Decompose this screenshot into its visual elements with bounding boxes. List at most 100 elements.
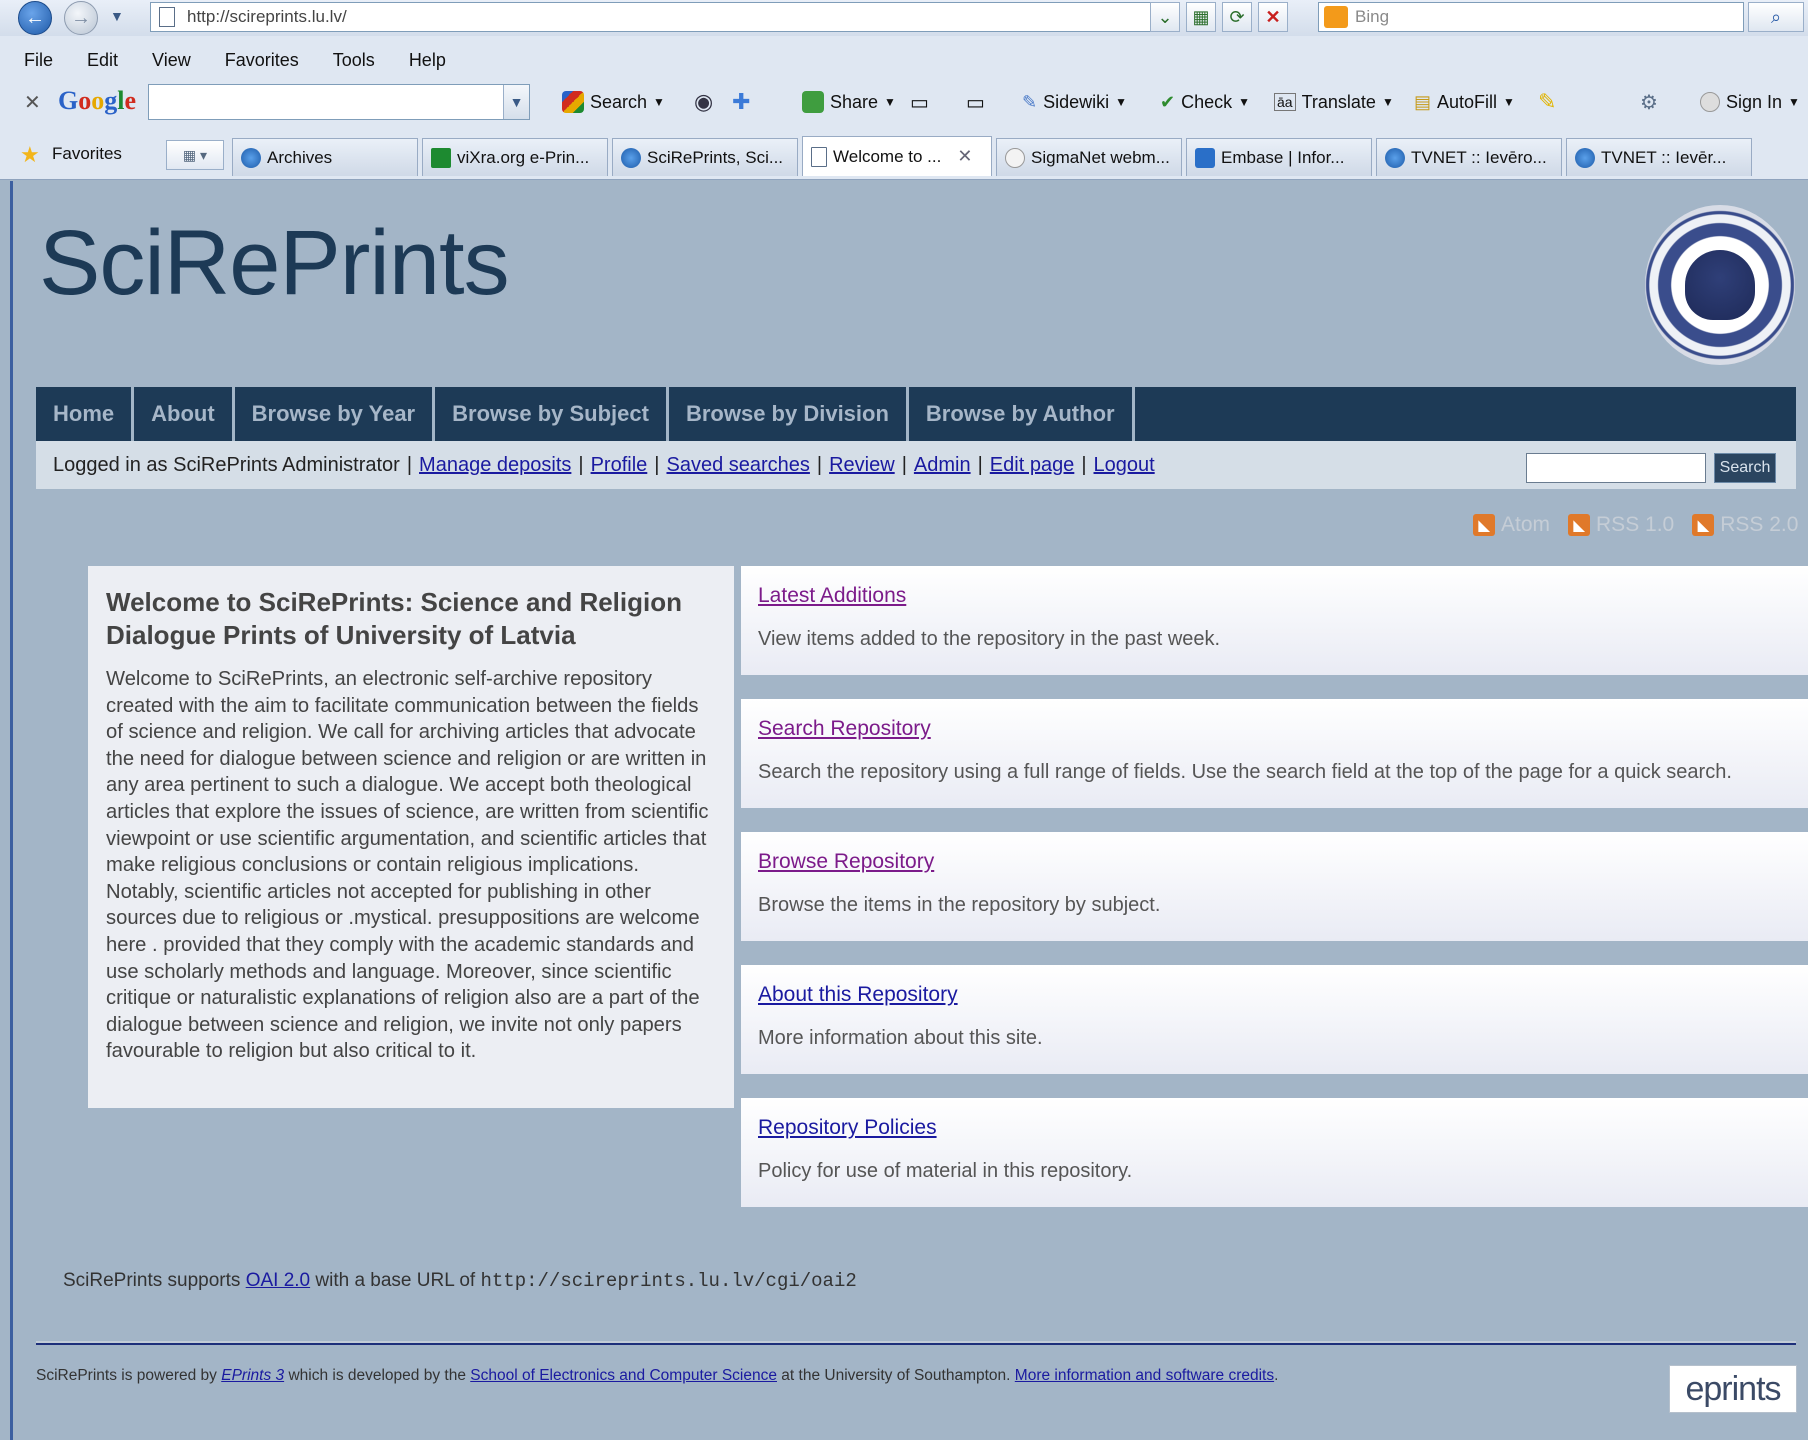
forward-arrow-icon[interactable]: → (64, 1, 98, 35)
ie-icon (1575, 147, 1595, 168)
google-search-button[interactable]: Search ▼ (562, 88, 665, 116)
address-bar[interactable]: http://scireprints.lu.lv/ (150, 2, 1178, 32)
nav-home[interactable]: Home (36, 387, 135, 441)
link-review[interactable]: Review (829, 454, 895, 477)
tree-icon (1685, 250, 1755, 320)
link-search-repository[interactable]: Search Repository (758, 717, 1794, 741)
chevron-down-icon: ▼ (1503, 95, 1515, 109)
tab-tvnet-2[interactable]: TVNET :: Ievēr... (1566, 138, 1752, 176)
separator: | (901, 453, 907, 476)
globe-icon[interactable]: ◉ (694, 88, 713, 116)
menu-favorites[interactable]: Favorites (225, 50, 299, 71)
bing-placeholder: Bing (1355, 7, 1390, 26)
link-profile[interactable]: Profile (591, 454, 648, 477)
tab-archives[interactable]: Archives (232, 138, 418, 176)
stop-icon[interactable]: ✕ (1258, 2, 1288, 32)
share-icon (802, 91, 824, 113)
eprints-logo[interactable]: eprints (1669, 1365, 1797, 1413)
menu-help[interactable]: Help (409, 50, 446, 71)
main-nav: Home About Browse by Year Browse by Subj… (36, 387, 1796, 441)
translate-button[interactable]: āa Translate ▼ (1274, 88, 1394, 116)
quick-search-button[interactable]: Search (1714, 453, 1776, 483)
bing-search-input[interactable]: Bing (1318, 2, 1744, 32)
user-icon (1700, 92, 1720, 112)
link-repository-policies[interactable]: Repository Policies (758, 1116, 1794, 1140)
link-browse-repository[interactable]: Browse Repository (758, 850, 1794, 874)
link-school-ecs[interactable]: School of Electronics and Computer Scien… (470, 1367, 777, 1384)
oai-prefix: SciRePrints supports (63, 1270, 241, 1291)
wrench-icon[interactable]: ⚙ (1640, 88, 1658, 116)
link-admin[interactable]: Admin (914, 454, 971, 477)
card-description: Policy for use of material in this repos… (758, 1160, 1133, 1182)
chevron-down-icon[interactable]: ▼ (503, 85, 529, 119)
menu-file[interactable]: File (24, 50, 53, 71)
link-software-credits[interactable]: More information and software credits (1015, 1367, 1274, 1384)
link-about-repository[interactable]: About this Repository (758, 983, 1794, 1007)
link-oai[interactable]: OAI 2.0 (246, 1270, 310, 1291)
footer-text-1: SciRePrints is powered by (36, 1367, 217, 1384)
feed-label: RSS 1.0 (1596, 513, 1675, 536)
nav-about[interactable]: About (134, 387, 235, 441)
favorites-star-icon[interactable]: ★ (20, 142, 40, 168)
quick-search-input[interactable] (1526, 453, 1706, 483)
compatibility-icon[interactable]: ▦ (1186, 2, 1216, 32)
tab-vixra[interactable]: viXra.org e-Prin... (422, 138, 608, 176)
tab-sigmanet[interactable]: SigmaNet webm... (996, 138, 1182, 176)
translate-icon: āa (1274, 93, 1296, 111)
refresh-icon[interactable]: ⟳ (1222, 2, 1252, 32)
link-eprints[interactable]: EPrints 3 (221, 1367, 284, 1384)
autofill-icon: ▤ (1414, 91, 1432, 112)
link-manage-deposits[interactable]: Manage deposits (419, 454, 571, 477)
site-title[interactable]: SciRePrints (39, 211, 510, 316)
address-dropdown-icon[interactable]: ⌄ (1150, 2, 1180, 32)
feed-atom[interactable]: ◣ Atom (1473, 513, 1550, 537)
bing-search-icon[interactable]: ⌕ (1748, 2, 1804, 32)
ie-icon (621, 147, 641, 168)
feed-rss1[interactable]: ◣ RSS 1.0 (1568, 513, 1674, 537)
feed-rss2[interactable]: ◣ RSS 2.0 (1692, 513, 1798, 537)
share-button[interactable]: Share ▼ (802, 88, 896, 116)
tab-welcome-active[interactable]: Welcome to ... ✕ (802, 136, 992, 176)
login-status: Logged in as SciRePrints Administrator (53, 453, 400, 476)
favorites-button[interactable]: Favorites (52, 144, 122, 164)
link-saved-searches[interactable]: Saved searches (666, 454, 809, 477)
page-viewport: SciRePrints Home About Browse by Year Br… (10, 181, 1808, 1440)
link-edit-page[interactable]: Edit page (990, 454, 1075, 477)
highlighter-icon[interactable]: ✎ (1538, 88, 1556, 116)
monitor-icon[interactable]: ▭ (910, 88, 929, 116)
nav-browse-by-year[interactable]: Browse by Year (235, 387, 436, 441)
back-arrow-icon[interactable]: ← (18, 1, 52, 35)
nav-browse-by-subject[interactable]: Browse by Subject (435, 387, 669, 441)
close-tab-icon[interactable]: ✕ (957, 146, 972, 167)
chevron-down-icon: ▼ (1381, 95, 1394, 109)
sign-in-button[interactable]: Sign In ▼ (1700, 88, 1800, 116)
card-about-repository: About this Repository More information a… (741, 965, 1808, 1074)
card-description: More information about this site. (758, 1027, 1043, 1049)
chevron-down-icon: ▼ (653, 95, 665, 109)
link-logout[interactable]: Logout (1094, 454, 1155, 477)
link-latest-additions[interactable]: Latest Additions (758, 584, 1794, 608)
menu-tools[interactable]: Tools (333, 50, 375, 71)
sidewiki-button[interactable]: ✎ Sidewiki ▼ (1022, 88, 1127, 116)
tab-bar: ★ Favorites ▦ ▾ Archives viXra.org e-Pri… (0, 132, 1808, 178)
menu-view[interactable]: View (152, 50, 191, 71)
chevron-down-icon: ▼ (1238, 95, 1251, 109)
tab-scireprints[interactable]: SciRePrints, Sci... (612, 138, 798, 176)
nav-browse-by-author[interactable]: Browse by Author (909, 387, 1135, 441)
spellcheck-button[interactable]: ✔ Check ▼ (1160, 88, 1250, 116)
history-dropdown-icon[interactable]: ▼ (110, 8, 124, 24)
tab-tvnet-1[interactable]: TVNET :: Ievēro... (1376, 138, 1562, 176)
welcome-title: Welcome to SciRePrints: Science and Reli… (106, 587, 682, 650)
google-search-input[interactable]: ▼ (148, 84, 530, 120)
rss-icon: ◣ (1692, 514, 1715, 536)
battery-icon[interactable]: ▭ (966, 88, 985, 116)
close-toolbar-icon[interactable]: ✕ (24, 90, 41, 115)
plus-icon[interactable]: ✚ (732, 88, 750, 116)
ie-icon (241, 147, 261, 168)
quick-tabs-icon[interactable]: ▦ ▾ (166, 140, 224, 170)
browser-chrome: ← → ▼ http://scireprints.lu.lv/ ⌄ ▦ ⟳ ✕ … (0, 0, 1808, 180)
tab-embase[interactable]: Embase | Infor... (1186, 138, 1372, 176)
autofill-button[interactable]: ▤ AutoFill ▼ (1414, 88, 1515, 116)
menu-edit[interactable]: Edit (87, 50, 118, 71)
nav-browse-by-division[interactable]: Browse by Division (669, 387, 909, 441)
